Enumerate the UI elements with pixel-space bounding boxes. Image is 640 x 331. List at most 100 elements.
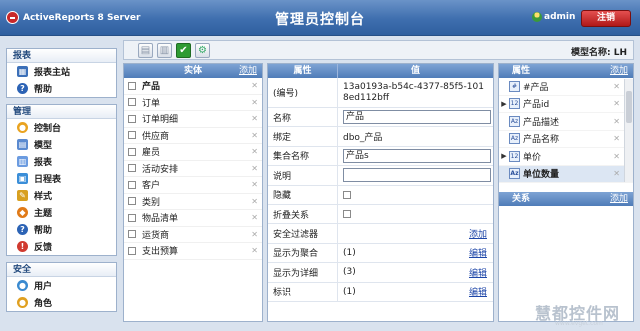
entity-checkbox[interactable]: [128, 180, 136, 189]
property-value: (1): [343, 286, 356, 297]
entity-checkbox[interactable]: [128, 213, 136, 222]
attribute-label: 单价: [523, 152, 542, 163]
entity-checkbox[interactable]: [128, 230, 136, 239]
attribute-item[interactable]: ▶ 12 单价 ✕: [499, 148, 633, 166]
delete-icon[interactable]: ✕: [251, 131, 258, 140]
entities-header: 实体 添加: [124, 64, 262, 78]
feedback-icon: !: [17, 241, 28, 252]
entity-item[interactable]: 活动安排 ✕: [124, 161, 262, 177]
attributes-scrollbar[interactable]: [624, 79, 633, 182]
scrollbar-thumb[interactable]: [626, 91, 632, 123]
property-value-input[interactable]: 产品: [343, 110, 491, 125]
property-row: 名称 产品: [268, 108, 493, 128]
sidebar-group-title: 管理: [7, 105, 116, 119]
delete-icon[interactable]: ✕: [251, 213, 258, 222]
copy-icon[interactable]: ▥: [157, 43, 172, 58]
entity-checkbox[interactable]: [128, 114, 136, 123]
sidebar-item[interactable]: ▤ 模型: [7, 136, 116, 153]
entity-checkbox[interactable]: [128, 197, 136, 206]
entity-checkbox[interactable]: [128, 131, 136, 140]
add-entity-link[interactable]: 添加: [239, 64, 257, 78]
toolbar: ▤ ▥ ✔ ⚙ 模型名称: LH: [123, 40, 634, 60]
sidebar-item-label: 样式: [34, 192, 53, 202]
entity-checkbox[interactable]: [128, 246, 136, 255]
sidebar-item[interactable]: ▦ 报表主站: [7, 63, 116, 80]
user-icon: ●: [17, 280, 28, 291]
delete-icon[interactable]: ✕: [613, 169, 620, 178]
attribute-item[interactable]: # #产品 ✕: [499, 78, 633, 96]
delete-icon[interactable]: ✕: [613, 134, 620, 143]
entity-checkbox[interactable]: [128, 98, 136, 107]
sidebar-item[interactable]: ● 控制台: [7, 119, 116, 136]
current-user[interactable]: admin: [532, 12, 575, 22]
property-value-cell: 产品: [338, 108, 493, 126]
entity-item[interactable]: 供应商 ✕: [124, 128, 262, 144]
sidebar-item[interactable]: ▥ 报表: [7, 153, 116, 170]
sidebar-item[interactable]: ? 帮助: [7, 80, 116, 97]
delete-icon[interactable]: ✕: [251, 230, 258, 239]
delete-icon[interactable]: ✕: [613, 117, 620, 126]
entity-item[interactable]: 订单明细 ✕: [124, 111, 262, 128]
property-action-link[interactable]: 编辑: [469, 246, 487, 259]
attribute-item[interactable]: Az 单位数量 ✕: [499, 165, 633, 183]
attribute-item[interactable]: Az 产品名称 ✕: [499, 131, 633, 148]
sidebar-item[interactable]: ◆ 主题: [7, 204, 116, 221]
entity-item[interactable]: 支出预算 ✕: [124, 243, 262, 260]
entity-item[interactable]: 运货商 ✕: [124, 227, 262, 243]
entity-item[interactable]: 订单 ✕: [124, 95, 262, 111]
add-relation-link[interactable]: 添加: [610, 192, 628, 206]
entity-item[interactable]: 类别 ✕: [124, 194, 262, 210]
delete-icon[interactable]: ✕: [251, 81, 258, 90]
sidebar-item[interactable]: ? 帮助: [7, 221, 116, 238]
entity-label: 供应商: [142, 131, 170, 142]
logout-button[interactable]: 注销: [581, 10, 631, 27]
property-value-cell: [338, 166, 493, 184]
sidebar-item-label: 日程表: [34, 175, 62, 185]
new-icon[interactable]: ▤: [138, 43, 153, 58]
sidebar-item[interactable]: ▣ 日程表: [7, 170, 116, 187]
entity-item[interactable]: 雇员 ✕: [124, 144, 262, 161]
property-value-input[interactable]: [343, 168, 491, 183]
sidebar-item[interactable]: ! 反馈: [7, 238, 116, 255]
entity-checkbox[interactable]: [128, 147, 136, 156]
checkmark-icon[interactable]: ✔: [176, 43, 191, 58]
attribute-item[interactable]: Az 产品描述 ✕: [499, 113, 633, 131]
sidebar-item-label: 帮助: [34, 85, 53, 95]
sidebar-item[interactable]: ● 用户: [7, 277, 116, 294]
property-action-link[interactable]: 编辑: [469, 285, 487, 298]
property-value-input[interactable]: 产品s: [343, 148, 491, 163]
property-action-link[interactable]: 添加: [469, 227, 487, 240]
property-row: 集合名称 产品s: [268, 146, 493, 167]
entity-checkbox[interactable]: [128, 164, 136, 173]
sidebar-item-label: 用户: [34, 282, 53, 292]
sidebar-item[interactable]: ● 角色: [7, 294, 116, 311]
entity-checkbox[interactable]: [128, 81, 136, 90]
entity-item[interactable]: 客户 ✕: [124, 177, 262, 194]
delete-icon[interactable]: ✕: [251, 246, 258, 255]
delete-icon[interactable]: ✕: [251, 197, 258, 206]
delete-icon[interactable]: ✕: [251, 164, 258, 173]
attribute-item[interactable]: ▶ 12 产品id ✕: [499, 96, 633, 113]
delete-icon[interactable]: ✕: [613, 152, 620, 161]
property-value-cell: [338, 186, 493, 204]
role-icon: ●: [17, 297, 28, 308]
delete-icon[interactable]: ✕: [613, 82, 620, 91]
delete-icon[interactable]: ✕: [251, 180, 258, 189]
delete-icon[interactable]: ✕: [251, 98, 258, 107]
entity-item[interactable]: 物品清单 ✕: [124, 210, 262, 227]
add-attribute-link[interactable]: 添加: [610, 64, 628, 78]
relations-header: 关系 添加: [499, 192, 633, 206]
delete-icon[interactable]: ✕: [613, 99, 620, 108]
delete-icon[interactable]: ✕: [251, 114, 258, 123]
expand-arrow-icon[interactable]: ▶: [499, 152, 509, 160]
entity-item[interactable]: 产品 ✕: [124, 78, 262, 95]
property-action-link[interactable]: 编辑: [469, 266, 487, 279]
property-checkbox[interactable]: [343, 210, 351, 219]
property-checkbox[interactable]: [343, 190, 351, 199]
settings-icon[interactable]: ⚙: [195, 43, 210, 58]
delete-icon[interactable]: ✕: [251, 147, 258, 156]
property-key: 折叠关系: [268, 204, 338, 224]
expand-arrow-icon[interactable]: ▶: [499, 100, 509, 108]
sidebar-item[interactable]: ✎ 样式: [7, 187, 116, 204]
field-type-icon: Az: [509, 133, 520, 145]
